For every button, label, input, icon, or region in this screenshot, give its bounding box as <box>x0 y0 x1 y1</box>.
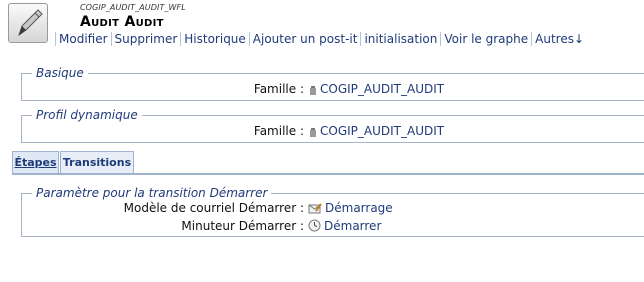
link-modele-courriel[interactable]: Démarrage <box>308 201 393 215</box>
family-reference: COGIP_AUDIT_AUDIT_WFL <box>80 3 186 12</box>
field-label-famille: Famille : <box>253 82 304 96</box>
tab-transitions[interactable]: Transitions <box>60 151 134 173</box>
value-minuteur: Démarrer <box>324 219 382 233</box>
field-value-famille-profil-link[interactable]: COGIP_AUDIT_AUDIT <box>309 124 444 138</box>
tab-etapes[interactable]: Étapes <box>12 151 59 173</box>
field-row-famille-profil: Famille : COGIP_AUDIT_AUDIT <box>22 124 644 140</box>
value-modele-courriel: Démarrage <box>325 201 393 215</box>
link-minuteur[interactable]: Démarrer <box>308 219 381 233</box>
fieldset-profil-dynamique: Profil dynamique Famille : COGIP_AUDIT_A… <box>21 108 644 143</box>
field-row-famille: Famille : COGIP_AUDIT_AUDIT <box>22 82 644 98</box>
menu-voir-graphe[interactable]: Voir le graphe <box>440 32 532 46</box>
action-menu: Modifier Supprimer Historique Ajouter un po… <box>55 32 588 46</box>
tab-underline <box>12 173 644 175</box>
legend-transition: Paramètre pour la transition Démarrer <box>32 186 272 200</box>
field-value-famille-link[interactable]: COGIP_AUDIT_AUDIT <box>309 82 444 96</box>
menu-autres[interactable]: Autres↓ <box>531 32 588 46</box>
field-label-famille-profil: Famille : <box>253 124 304 138</box>
transition-row-mail: Modèle de courriel Démarrer : Démarrage <box>22 201 644 217</box>
menu-supprimer[interactable]: Supprimer <box>110 32 181 46</box>
field-value-famille-profil: COGIP_AUDIT_AUDIT <box>320 124 445 138</box>
menu-initialisation[interactable]: initialisation <box>360 32 441 46</box>
fieldset-basique: Basique Famille : COGIP_AUDIT_AUDIT <box>21 66 644 101</box>
fieldset-transition: Paramètre pour la transition Démarrer Mo… <box>21 186 644 237</box>
document-icon <box>8 3 48 43</box>
pencil-icon <box>18 9 43 37</box>
family-icon <box>310 128 316 137</box>
field-value-famille: COGIP_AUDIT_AUDIT <box>320 82 445 96</box>
menu-ajouter-post-it[interactable]: Ajouter un post-it <box>248 32 361 46</box>
menu-historique[interactable]: Historique <box>180 32 249 46</box>
family-icon <box>310 86 316 95</box>
page-title: Audit Audit <box>80 14 164 30</box>
timer-icon <box>308 219 321 232</box>
label-modele-courriel: Modèle de courriel Démarrer : <box>123 201 304 215</box>
menu-modifier[interactable]: Modifier <box>55 32 111 46</box>
legend-profil-dynamique: Profil dynamique <box>32 108 142 122</box>
legend-basique: Basique <box>32 66 88 80</box>
transition-row-timer: Minuteur Démarrer : Démarrer <box>22 219 644 235</box>
mail-template-icon <box>308 203 322 214</box>
label-minuteur: Minuteur Démarrer : <box>181 219 304 233</box>
